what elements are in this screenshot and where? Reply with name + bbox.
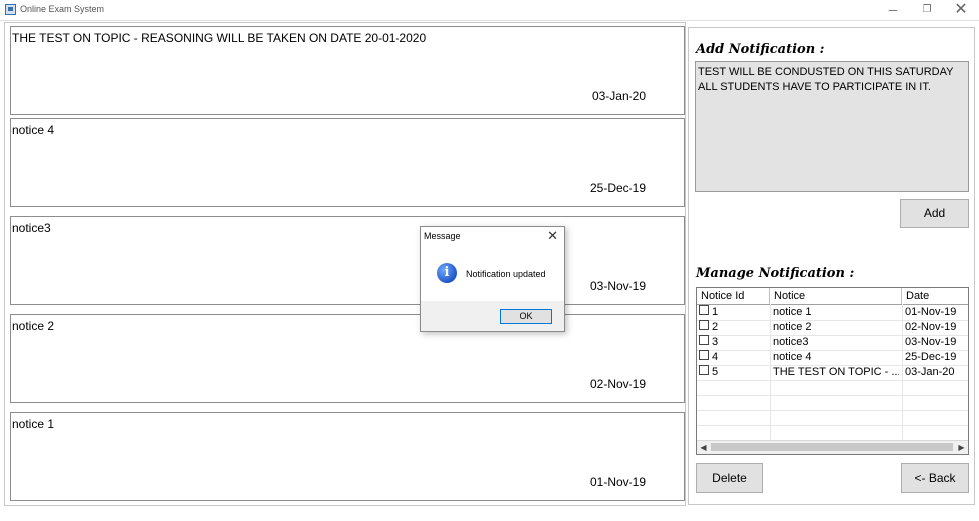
- row-checkbox[interactable]: [699, 350, 709, 360]
- notice-id: 4: [712, 351, 719, 363]
- date-cell: 03-Nov-19: [905, 336, 957, 348]
- row-checkbox[interactable]: [699, 365, 709, 375]
- add-button[interactable]: Add: [900, 199, 969, 228]
- notice-cell: notice 1: [773, 306, 812, 318]
- date-cell: 02-Nov-19: [905, 321, 957, 333]
- dialog-title: Message: [424, 231, 461, 241]
- notice-card: notice 2 02-Nov-19: [10, 314, 685, 403]
- info-icon: i: [437, 263, 457, 283]
- minimize-button[interactable]: ─: [876, 0, 910, 20]
- id-cell: 4: [699, 350, 769, 365]
- dialog-close-icon[interactable]: ✕: [547, 228, 558, 244]
- notice-date: 02-Nov-19: [589, 377, 646, 391]
- notice-date: 25-Dec-19: [589, 181, 646, 195]
- id-cell: 3: [699, 335, 769, 350]
- notice-id: 2: [712, 321, 719, 333]
- scroll-thumb[interactable]: [711, 443, 953, 451]
- notice-card: THE TEST ON TOPIC - REASONING WILL BE TA…: [10, 26, 685, 115]
- empty-row: [697, 425, 968, 441]
- empty-row: [697, 380, 968, 396]
- notice-date: 03-Jan-20: [591, 89, 646, 103]
- row-checkbox[interactable]: [699, 320, 709, 330]
- notice-text: notice 4: [12, 123, 55, 137]
- add-notification-heading: Add Notification :: [696, 42, 825, 57]
- date-cell: 03-Jan-20: [905, 366, 955, 378]
- notice-cell: notice 4: [773, 351, 812, 363]
- notice-id: 5: [712, 366, 719, 378]
- window-title: Online Exam System: [20, 4, 105, 14]
- delete-button[interactable]: Delete: [696, 463, 763, 493]
- admin-panel: Add Notification : TEST WILL BE CONDUSTE…: [688, 27, 975, 505]
- dialog-message: Notification updated: [466, 269, 546, 279]
- id-cell: 2: [699, 320, 769, 335]
- row-checkbox[interactable]: [699, 305, 709, 315]
- id-cell: 1: [699, 305, 769, 320]
- column-header-date[interactable]: Date: [902, 288, 968, 304]
- row-checkbox[interactable]: [699, 335, 709, 345]
- notification-textarea[interactable]: TEST WILL BE CONDUSTED ON THIS SATURDAY …: [695, 61, 969, 192]
- notice-card: notice 1 01-Nov-19: [10, 412, 685, 501]
- notification-grid[interactable]: Notice Id Notice Date 1 notice 1 01-Nov-…: [696, 287, 969, 455]
- horizontal-scrollbar[interactable]: ◀ ▶: [697, 440, 968, 454]
- title-bar: Online Exam System ─ ❐ ✕: [0, 0, 979, 21]
- notice-cell: notice 2: [773, 321, 812, 333]
- notice-text: THE TEST ON TOPIC - REASONING WILL BE TA…: [12, 31, 427, 45]
- notice-id: 1: [712, 306, 719, 318]
- dialog-footer: OK: [421, 301, 564, 331]
- column-header-notice-id[interactable]: Notice Id: [697, 288, 770, 304]
- scroll-right-icon[interactable]: ▶: [955, 441, 968, 454]
- back-button[interactable]: <- Back: [901, 463, 969, 493]
- notice-id: 3: [712, 336, 719, 348]
- notice-text: notice 2: [12, 319, 55, 333]
- grid-header: Notice Id Notice Date: [697, 288, 968, 305]
- message-dialog: Message ✕ i Notification updated OK: [420, 226, 565, 332]
- notice-date: 01-Nov-19: [589, 475, 646, 489]
- app-icon: [5, 4, 16, 15]
- ok-button[interactable]: OK: [500, 309, 552, 324]
- notice-cell: notice3: [773, 336, 809, 348]
- empty-row: [697, 395, 968, 411]
- manage-notification-heading: Manage Notification :: [696, 266, 855, 281]
- id-cell: 5: [699, 365, 769, 380]
- scroll-left-icon[interactable]: ◀: [697, 441, 710, 454]
- table-row[interactable]: 5 THE TEST ON TOPIC - ... 03-Jan-20: [697, 365, 968, 381]
- date-cell: 25-Dec-19: [905, 351, 957, 363]
- table-row[interactable]: 3 notice3 03-Nov-19: [697, 335, 968, 351]
- table-row[interactable]: 4 notice 4 25-Dec-19: [697, 350, 968, 366]
- notice-text: notice 1: [12, 417, 55, 431]
- date-cell: 01-Nov-19: [905, 306, 957, 318]
- close-button[interactable]: ✕: [944, 0, 978, 20]
- table-row[interactable]: 1 notice 1 01-Nov-19: [697, 305, 968, 321]
- notice-cell: THE TEST ON TOPIC - ...: [773, 366, 899, 378]
- notice-board: THE TEST ON TOPIC - REASONING WILL BE TA…: [4, 22, 686, 506]
- empty-row: [697, 410, 968, 426]
- notice-card: notice 4 25-Dec-19: [10, 118, 685, 207]
- column-header-notice[interactable]: Notice: [770, 288, 902, 304]
- notice-date: 03-Nov-19: [589, 279, 646, 293]
- maximize-button[interactable]: ❐: [910, 0, 944, 20]
- table-row[interactable]: 2 notice 2 02-Nov-19: [697, 320, 968, 336]
- notice-card: notice3 03-Nov-19: [10, 216, 685, 305]
- notice-text: notice3: [12, 221, 51, 235]
